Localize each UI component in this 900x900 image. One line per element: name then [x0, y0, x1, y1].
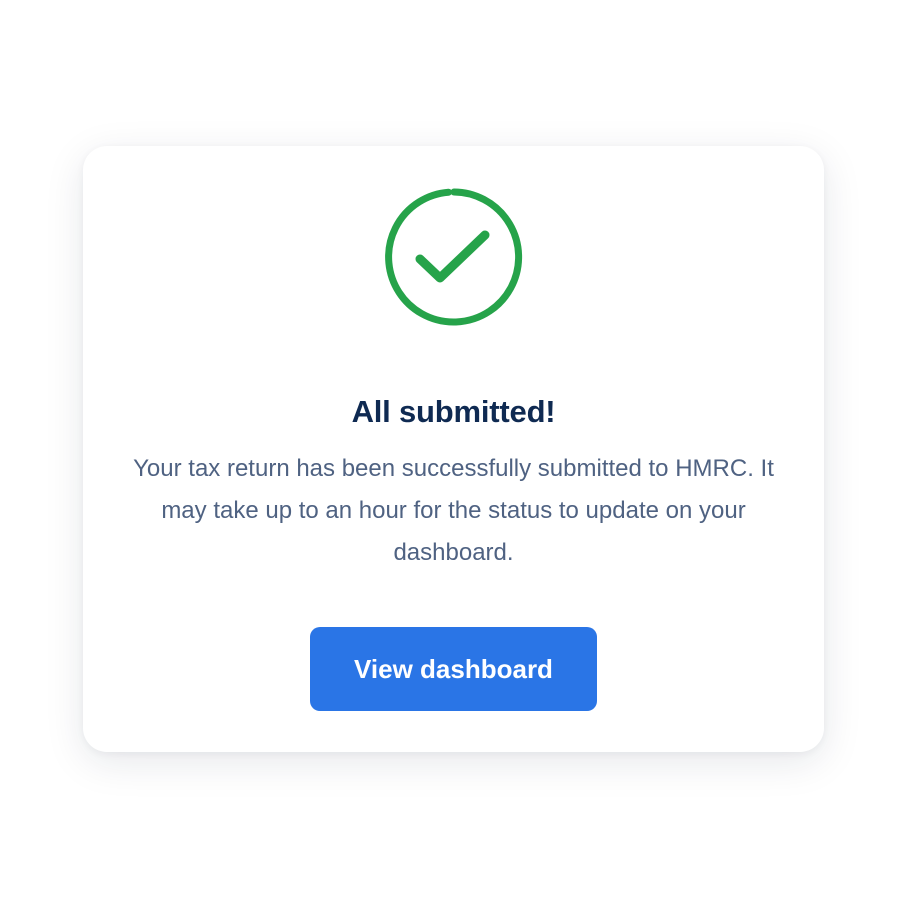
success-title: All submitted! — [351, 394, 556, 429]
view-dashboard-button[interactable]: View dashboard — [310, 627, 597, 711]
success-card: All submitted! Your tax return has been … — [83, 146, 824, 752]
page: All submitted! Your tax return has been … — [0, 0, 900, 900]
check-circle-icon — [383, 186, 525, 328]
success-message: Your tax return has been successfully su… — [133, 455, 774, 566]
